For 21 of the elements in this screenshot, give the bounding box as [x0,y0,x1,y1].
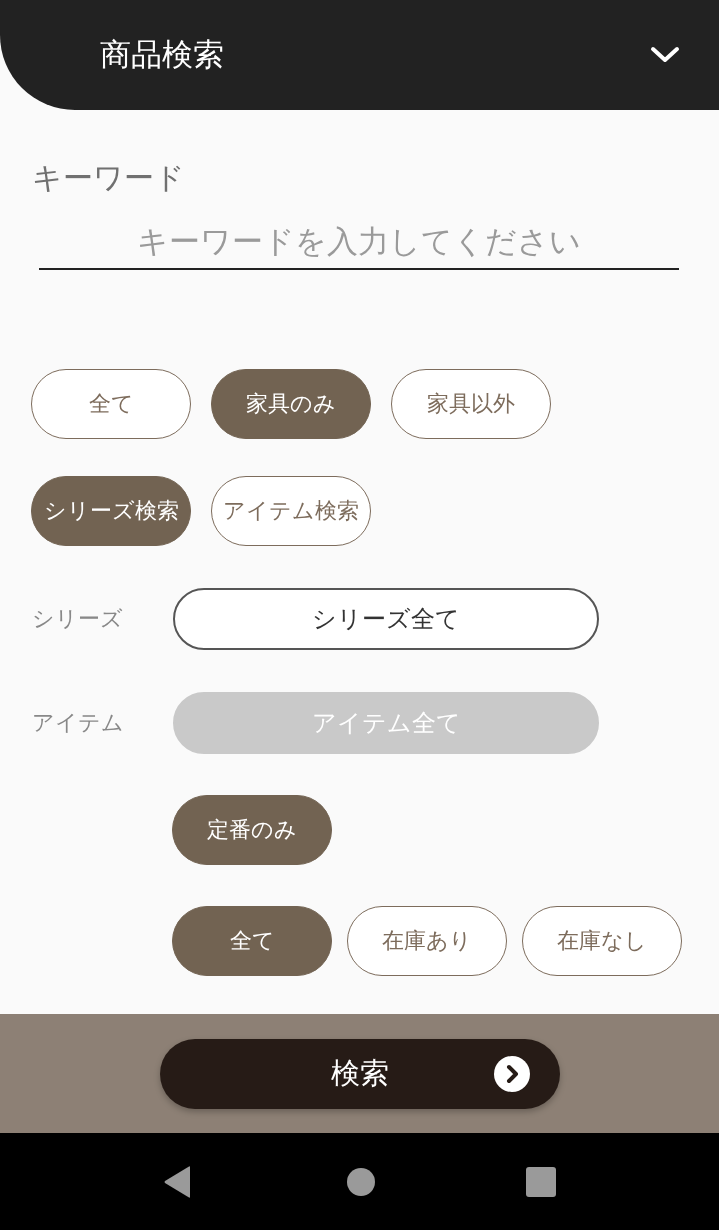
home-icon[interactable] [346,1167,375,1196]
category-chip[interactable]: 全て [31,369,191,439]
search-mode-chip[interactable]: アイテム検索 [211,476,371,546]
dropdown-select[interactable]: シリーズ全て [173,588,599,650]
stock-chip[interactable]: 在庫なし [522,906,682,976]
category-chip[interactable]: 家具のみ [211,369,371,439]
standard-only-chip[interactable]: 定番のみ [172,795,332,865]
stock-chip[interactable]: 在庫あり [347,906,507,976]
back-icon[interactable] [163,1165,192,1198]
keyword-label: キーワード [32,160,185,196]
chevron-right-circle-icon [493,1055,530,1092]
select-label: アイテム [31,709,125,737]
search-mode-chip[interactable]: シリーズ検索 [31,476,191,546]
stock-chip[interactable]: 全て [172,906,332,976]
chevron-down-icon[interactable] [650,46,680,64]
select-label: シリーズ [31,605,124,633]
keyword-input[interactable]: キーワードを入力してください [39,218,679,270]
page-title: 商品検索 [100,36,224,74]
search-button[interactable]: 検索 [159,1038,560,1109]
recent-apps-icon[interactable] [525,1166,556,1197]
category-chip[interactable]: 家具以外 [391,369,551,439]
